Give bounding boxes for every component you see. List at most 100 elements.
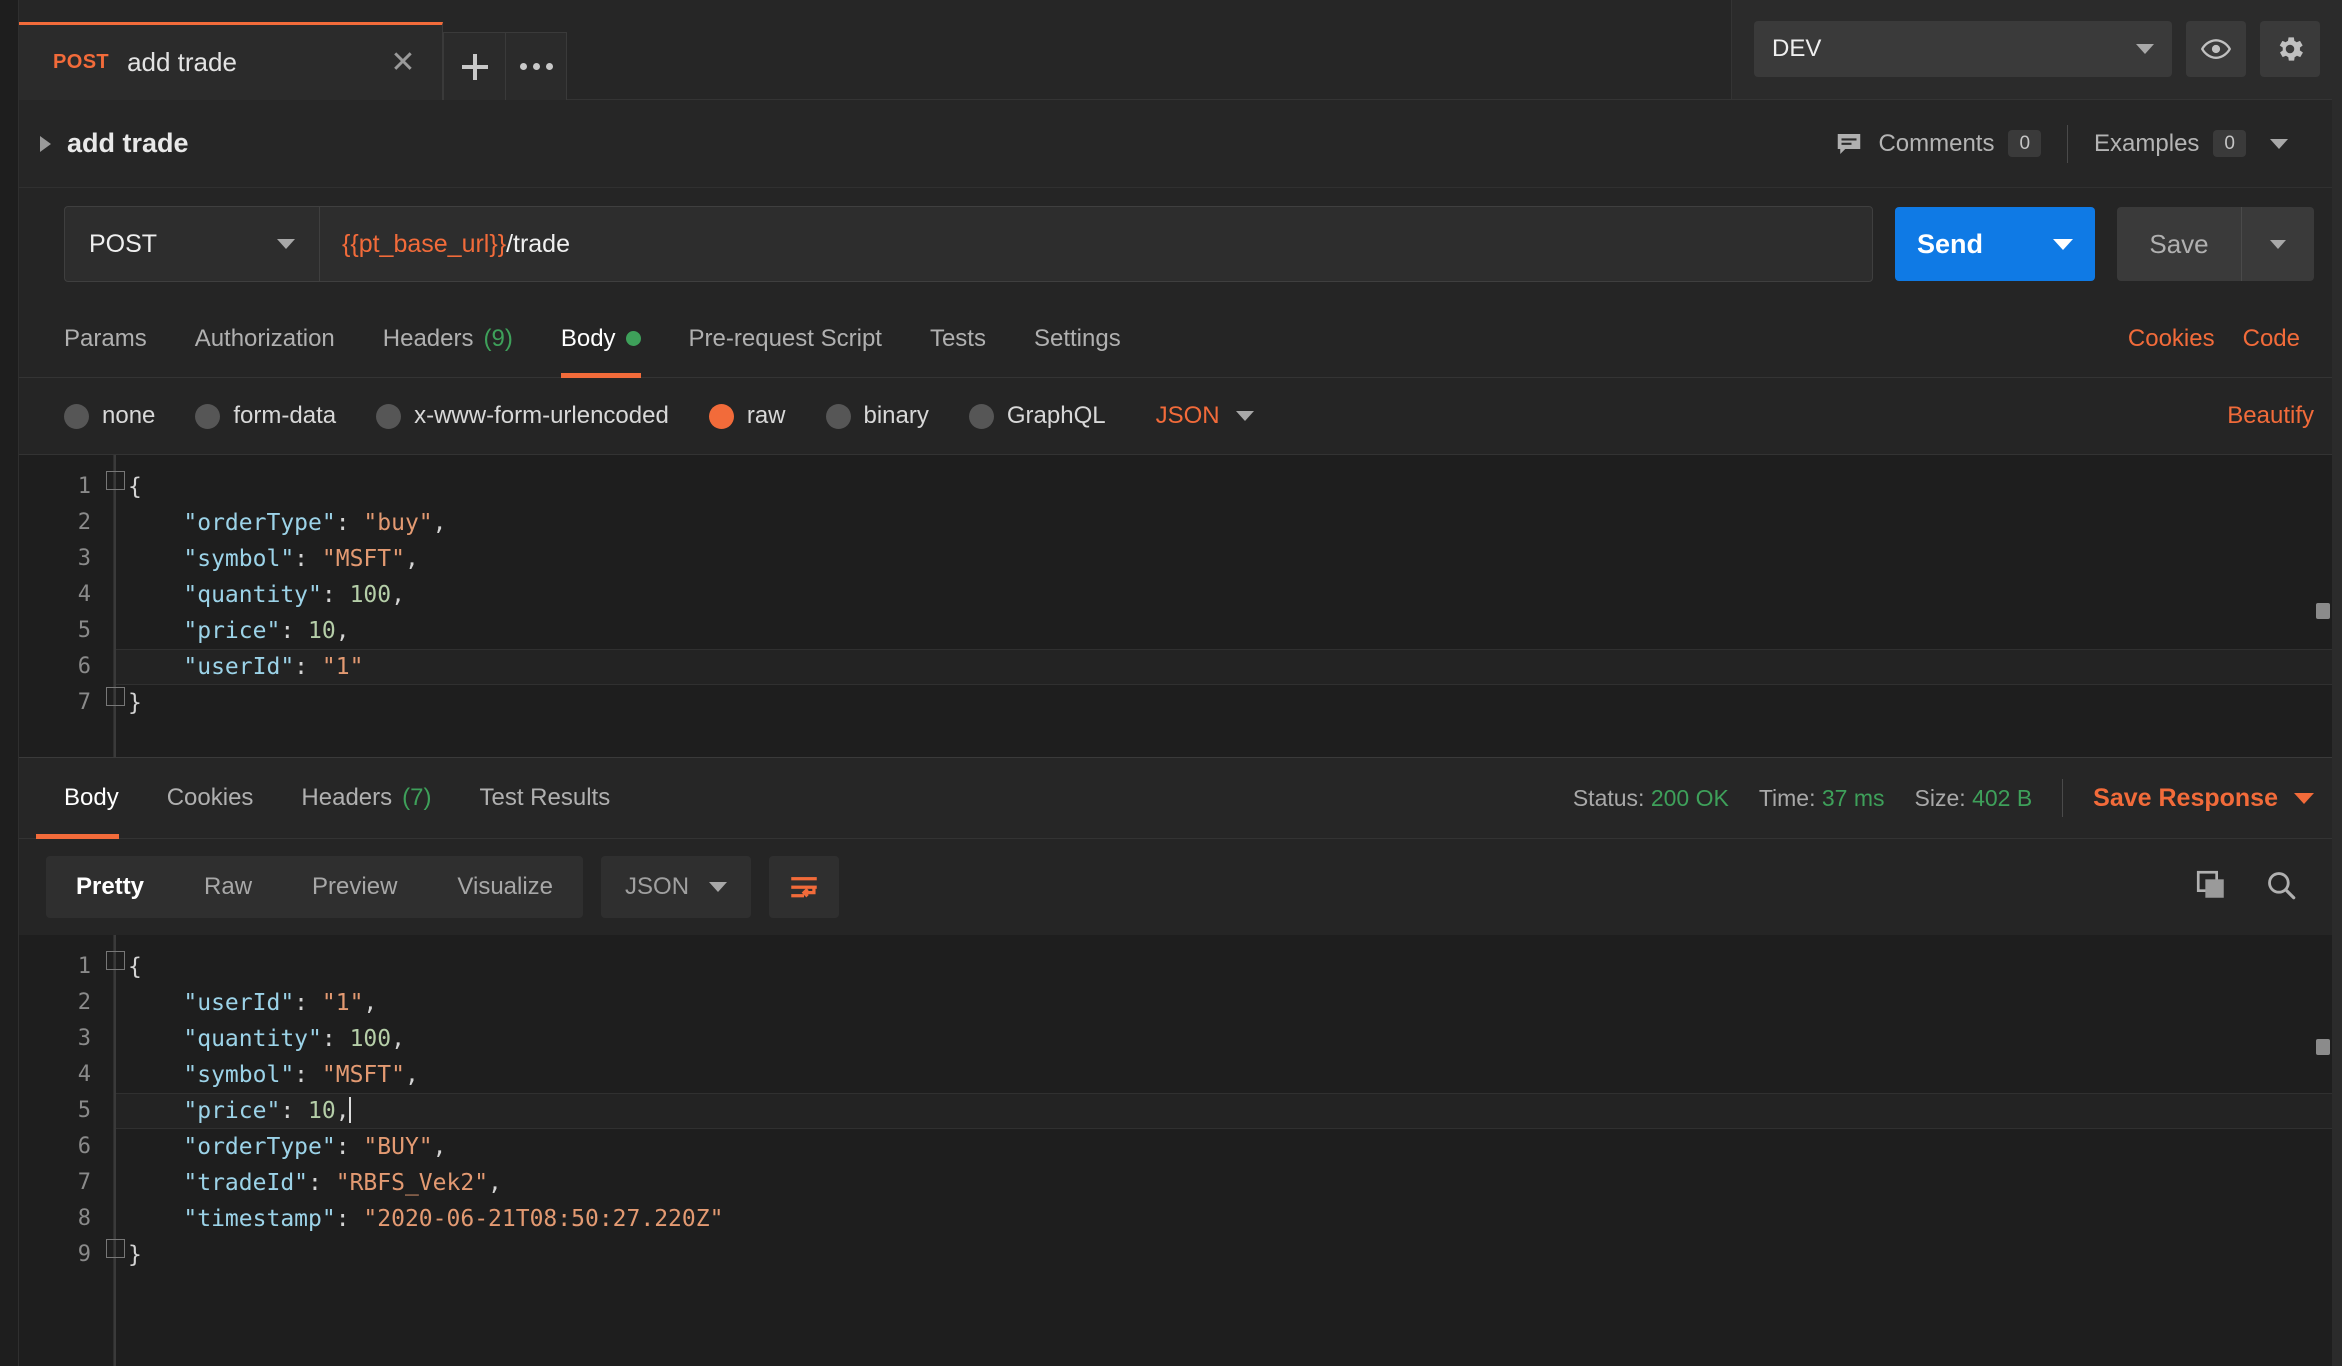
editor-scrollbar[interactable]	[2316, 603, 2330, 619]
tab-authorization[interactable]: Authorization	[171, 300, 359, 377]
tab-headers[interactable]: Headers (9)	[359, 300, 537, 377]
search-icon	[2268, 871, 2296, 899]
code-line[interactable]: }	[114, 685, 2342, 721]
request-body-editor[interactable]: 1 2 3 4 5 6 7 { "orderType": "buy", "symbol": …	[18, 454, 2342, 757]
response-format-selector[interactable]: JSON	[601, 856, 752, 918]
breadcrumb[interactable]: add trade	[18, 128, 1808, 159]
close-icon[interactable]: ✕	[386, 47, 420, 78]
send-label: Send	[1917, 228, 1984, 259]
body-type-none[interactable]: none	[64, 402, 155, 430]
code-line[interactable]: "userId": "1",	[114, 985, 2342, 1021]
chevron-down-icon	[2270, 239, 2286, 249]
response-body-viewer[interactable]: 1 2 3 4 5 6 7 8 9 { "userId": "1", "quantity": 1…	[18, 935, 2342, 1366]
code-line[interactable]: "tradeId": "RBFS_Vek2",	[114, 1165, 2342, 1201]
environment-quick-look-button[interactable]	[2186, 21, 2246, 77]
code-token: :	[335, 1206, 364, 1232]
code-link[interactable]: Code	[2229, 300, 2314, 377]
url-variable: {{pt_base_url}}	[342, 229, 507, 258]
settings-button[interactable]	[2260, 21, 2320, 77]
code-line[interactable]: "orderType": "buy",	[114, 505, 2342, 541]
code-line[interactable]: "userId": "1"	[114, 649, 2342, 685]
request-line-numbers: 1 2 3 4 5 6 7	[18, 455, 114, 757]
body-type-urlencoded[interactable]: x-www-form-urlencoded	[376, 402, 669, 430]
tab-pre-request-script[interactable]: Pre-request Script	[665, 300, 906, 377]
code-token: ,	[432, 510, 447, 536]
tab-tests[interactable]: Tests	[906, 300, 1010, 377]
code-line[interactable]: {	[114, 469, 2342, 505]
fold-open-brace-icon[interactable]	[106, 951, 125, 970]
view-mode-visualize[interactable]: Visualize	[427, 856, 583, 918]
body-type-form-data[interactable]: form-data	[195, 402, 336, 430]
view-mode-preview[interactable]: Preview	[282, 856, 427, 918]
response-tab-test-results[interactable]: Test Results	[455, 758, 634, 838]
save-response-button[interactable]: Save Response	[2063, 784, 2314, 813]
fold-open-brace-icon[interactable]	[106, 471, 125, 490]
fold-close-brace-icon[interactable]	[106, 687, 125, 706]
save-button[interactable]: Save	[2117, 207, 2242, 281]
code-line[interactable]: "symbol": "MSFT",	[114, 541, 2342, 577]
code-line[interactable]: "price": 10,	[114, 1093, 2342, 1129]
size-value: 402 B	[1972, 784, 2033, 811]
search-response-button[interactable]	[2264, 868, 2298, 907]
chevron-right-icon[interactable]	[40, 135, 51, 152]
breadcrumb-actions: Comments 0 Examples 0	[1808, 124, 2342, 163]
code-token: "price"	[183, 1098, 281, 1124]
code-line[interactable]: {	[114, 949, 2342, 985]
code-line[interactable]: "price": 10,	[114, 613, 2342, 649]
response-line-numbers: 1 2 3 4 5 6 7 8 9	[18, 935, 114, 1366]
body-type-binary[interactable]: binary	[825, 402, 929, 430]
view-mode-pretty[interactable]: Pretty	[46, 856, 174, 918]
body-type-raw[interactable]: raw	[708, 402, 786, 430]
word-wrap-button[interactable]	[769, 856, 840, 918]
tab-label: Cookies	[166, 784, 254, 811]
code-line[interactable]: "symbol": "MSFT",	[114, 1057, 2342, 1093]
code-line[interactable]: "orderType": "BUY",	[114, 1129, 2342, 1165]
environment-selector[interactable]: DEV	[1754, 21, 2172, 77]
copy-response-button[interactable]	[2194, 868, 2228, 907]
tab-settings[interactable]: Settings	[1010, 300, 1145, 377]
tab-params[interactable]: Params	[64, 300, 171, 377]
line-number: 4	[77, 1062, 91, 1087]
radio-selected-icon	[708, 403, 734, 429]
response-tab-body[interactable]: Body	[36, 758, 143, 839]
examples-button[interactable]: Examples 0	[2068, 130, 2314, 158]
chevron-down-icon[interactable]	[2294, 792, 2314, 804]
raw-format-selector[interactable]: JSON	[1156, 402, 1254, 430]
code-token: "tradeId"	[183, 1170, 309, 1196]
response-tab-headers[interactable]: Headers (7)	[277, 758, 455, 838]
code-line[interactable]: "timestamp": "2020-06-21T08:50:27.220Z"	[114, 1201, 2342, 1237]
beautify-button[interactable]: Beautify	[2227, 402, 2314, 430]
fold-rail	[114, 455, 116, 757]
send-button[interactable]: Send	[1895, 207, 2095, 281]
code-token: 100	[349, 1026, 392, 1052]
method-selector[interactable]: POST	[65, 207, 320, 281]
url-input[interactable]: {{pt_base_url}}/trade	[320, 207, 1872, 281]
response-code-area[interactable]: { "userId": "1", "quantity": 100, "symbo…	[114, 935, 2342, 1366]
code-token: "2020-06-21T08:50:27.220Z"	[363, 1206, 724, 1232]
code-line[interactable]: "quantity": 100,	[114, 1021, 2342, 1057]
response-scrollbar[interactable]	[2316, 1039, 2330, 1055]
fold-close-brace-icon[interactable]	[106, 1239, 125, 1258]
view-mode-raw[interactable]: Raw	[174, 856, 282, 918]
tab-strip: POST add trade ✕	[18, 0, 1731, 100]
code-token: "quantity"	[183, 582, 322, 608]
request-tab-add-trade[interactable]: POST add trade ✕	[18, 22, 443, 100]
tab-body[interactable]: Body	[537, 300, 665, 378]
tab-options-button[interactable]	[505, 32, 567, 100]
line-number: 3	[77, 546, 91, 571]
new-tab-button[interactable]	[443, 32, 505, 100]
chevron-down-icon[interactable]	[2053, 238, 2073, 250]
code-token: 100	[349, 582, 392, 608]
code-line[interactable]: }	[114, 1237, 2342, 1273]
body-type-graphql[interactable]: GraphQL	[968, 402, 1106, 430]
save-options-button[interactable]	[2242, 207, 2314, 281]
tab-label: Authorization	[194, 324, 335, 352]
chevron-down-icon[interactable]	[2270, 138, 2288, 149]
code-line[interactable]: "quantity": 100,	[114, 577, 2342, 613]
request-code-area[interactable]: { "orderType": "buy", "symbol": "MSFT", …	[114, 455, 2342, 757]
comments-button[interactable]: Comments 0	[1808, 129, 2067, 159]
cookies-link[interactable]: Cookies	[2114, 300, 2229, 377]
radio-icon	[968, 403, 994, 429]
response-tab-cookies[interactable]: Cookies	[143, 758, 278, 838]
